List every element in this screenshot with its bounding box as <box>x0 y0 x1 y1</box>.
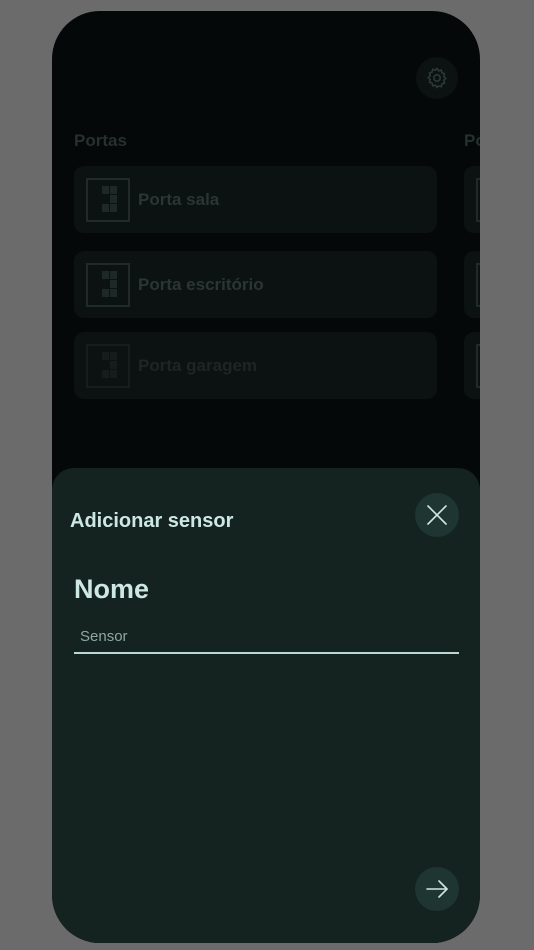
sheet-title: Adicionar sensor <box>70 510 234 532</box>
door-icon <box>476 344 480 388</box>
name-field-label: Nome <box>74 574 150 604</box>
gear-icon <box>427 67 447 89</box>
door-icon <box>86 263 130 307</box>
door-icon <box>86 178 130 222</box>
door-label: Porta escritório <box>138 275 264 294</box>
door-icon <box>86 344 130 388</box>
edge-card[interactable] <box>464 166 480 233</box>
door-label: Porta sala <box>138 190 220 209</box>
arrow-right-icon <box>426 880 448 898</box>
name-input[interactable] <box>74 624 459 654</box>
door-card-sala[interactable]: Porta sala <box>74 166 437 233</box>
phone-screen: Portas Po Porta sala <box>52 11 480 943</box>
next-button[interactable] <box>415 867 459 911</box>
edge-card[interactable] <box>464 332 480 399</box>
section-title-second: Po <box>464 131 480 150</box>
add-sensor-sheet: Adicionar sensor Nome <box>52 468 480 943</box>
door-icon <box>476 178 480 222</box>
close-button[interactable] <box>415 493 459 537</box>
door-icon <box>476 263 480 307</box>
close-icon <box>427 505 447 525</box>
door-card-escritorio[interactable]: Porta escritório <box>74 251 437 318</box>
settings-button[interactable] <box>416 57 458 99</box>
door-label: Porta garagem <box>138 356 258 375</box>
section-title-doors: Portas <box>74 131 127 150</box>
edge-card[interactable] <box>464 251 480 318</box>
door-card-garagem[interactable]: Porta garagem <box>74 332 437 399</box>
